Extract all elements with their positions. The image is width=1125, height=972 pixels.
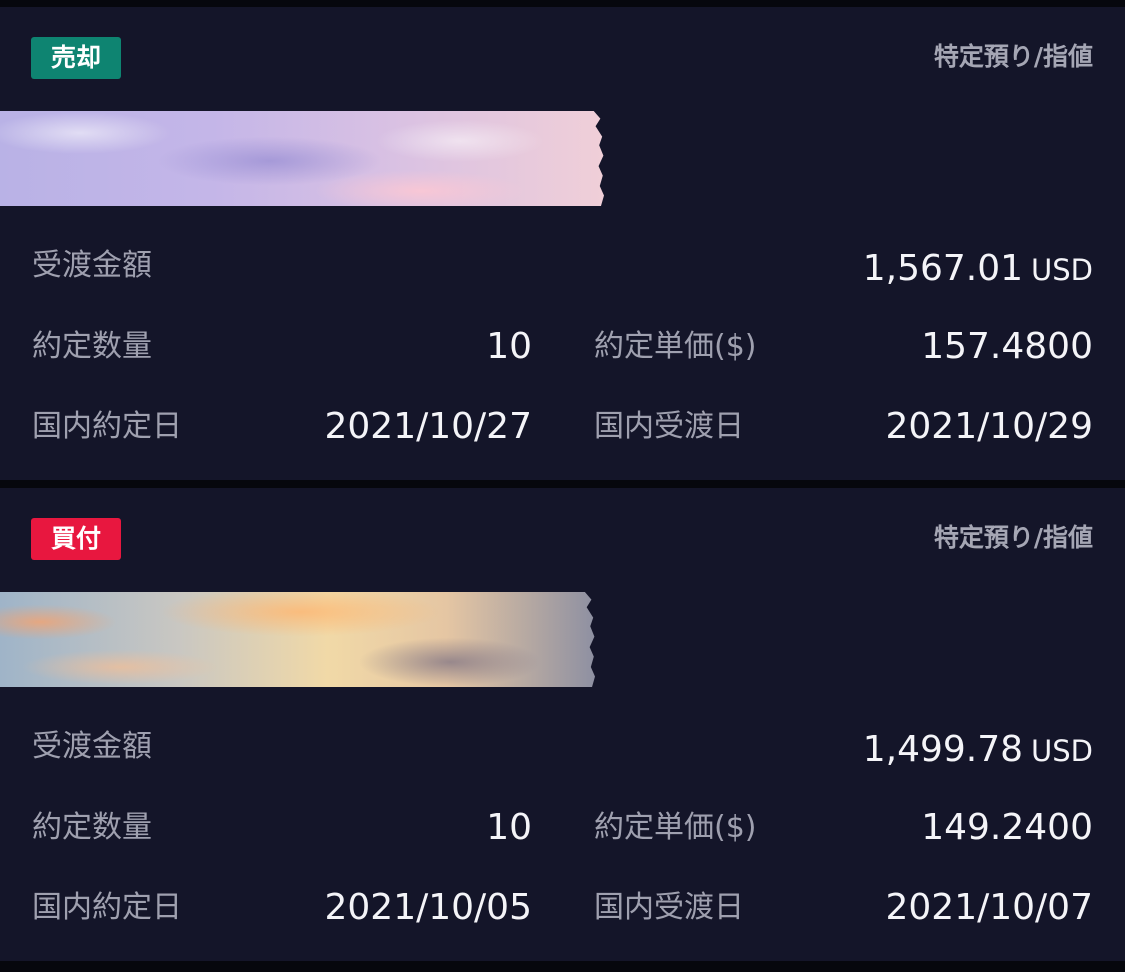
unit-price-value: 157.4800 bbox=[921, 326, 1093, 367]
quantity-value: 10 bbox=[486, 807, 532, 848]
redacted-stock-name-image bbox=[0, 592, 595, 687]
settlement-amount-value: 1,499.78 USD bbox=[863, 728, 1093, 773]
quantity-label: 約定数量 bbox=[32, 810, 152, 845]
amount-number: 1,567.01 bbox=[862, 248, 1024, 289]
account-type: 特定預り/指値 bbox=[933, 42, 1093, 71]
trade-date-label: 国内約定日 bbox=[32, 890, 182, 925]
settlement-date-value: 2021/10/07 bbox=[885, 887, 1094, 928]
unit-price-value: 149.2400 bbox=[921, 807, 1093, 848]
trade-date-value: 2021/10/27 bbox=[324, 406, 533, 447]
redacted-stock-name-image bbox=[0, 111, 604, 206]
side-badge-sell: 売却 bbox=[31, 37, 121, 79]
amount-number: 1,499.78 bbox=[862, 729, 1024, 770]
trade-card-sell[interactable]: 売却 特定預り/指値 受渡金額 1,567.01 USD 約定数量 10 約定単価… bbox=[0, 7, 1125, 480]
settlement-amount-value: 1,567.01 USD bbox=[863, 247, 1093, 292]
settlement-date-label: 国内受渡日 bbox=[594, 890, 744, 925]
quantity-value: 10 bbox=[486, 326, 532, 367]
unit-price-label: 約定単価($) bbox=[594, 329, 757, 364]
settlement-amount-label: 受渡金額 bbox=[32, 729, 152, 764]
unit-price-label: 約定単価($) bbox=[594, 810, 757, 845]
trade-history-list: 売却 特定預り/指値 受渡金額 1,567.01 USD 約定数量 10 約定単価… bbox=[0, 0, 1125, 972]
account-type: 特定預り/指値 bbox=[933, 523, 1093, 552]
side-badge-buy: 買付 bbox=[31, 518, 121, 560]
settlement-date-label: 国内受渡日 bbox=[594, 409, 744, 444]
trade-date-value: 2021/10/05 bbox=[324, 887, 533, 928]
trade-card-buy[interactable]: 買付 特定預り/指値 受渡金額 1,499.78 USD 約定数量 10 約定単価… bbox=[0, 488, 1125, 961]
currency-unit: USD bbox=[1031, 734, 1093, 768]
quantity-label: 約定数量 bbox=[32, 329, 152, 364]
settlement-date-value: 2021/10/29 bbox=[885, 406, 1094, 447]
currency-unit: USD bbox=[1031, 253, 1093, 287]
trade-date-label: 国内約定日 bbox=[32, 409, 182, 444]
settlement-amount-label: 受渡金額 bbox=[32, 248, 152, 283]
